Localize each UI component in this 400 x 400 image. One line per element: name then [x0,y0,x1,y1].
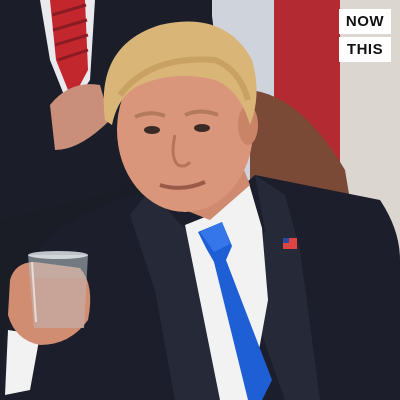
logo-line-now: NOW [339,9,391,34]
nowthis-logo: NOW THIS [339,9,391,62]
glass-rim [28,251,88,259]
flag-pin-canton [283,238,289,243]
photo-scene: NOW THIS [0,0,400,400]
flag-pin [283,238,297,249]
glass-water [31,278,86,328]
water-glass [28,251,88,328]
left-eye [144,126,160,134]
right-eye [194,124,210,132]
logo-line-this: THIS [339,37,391,62]
